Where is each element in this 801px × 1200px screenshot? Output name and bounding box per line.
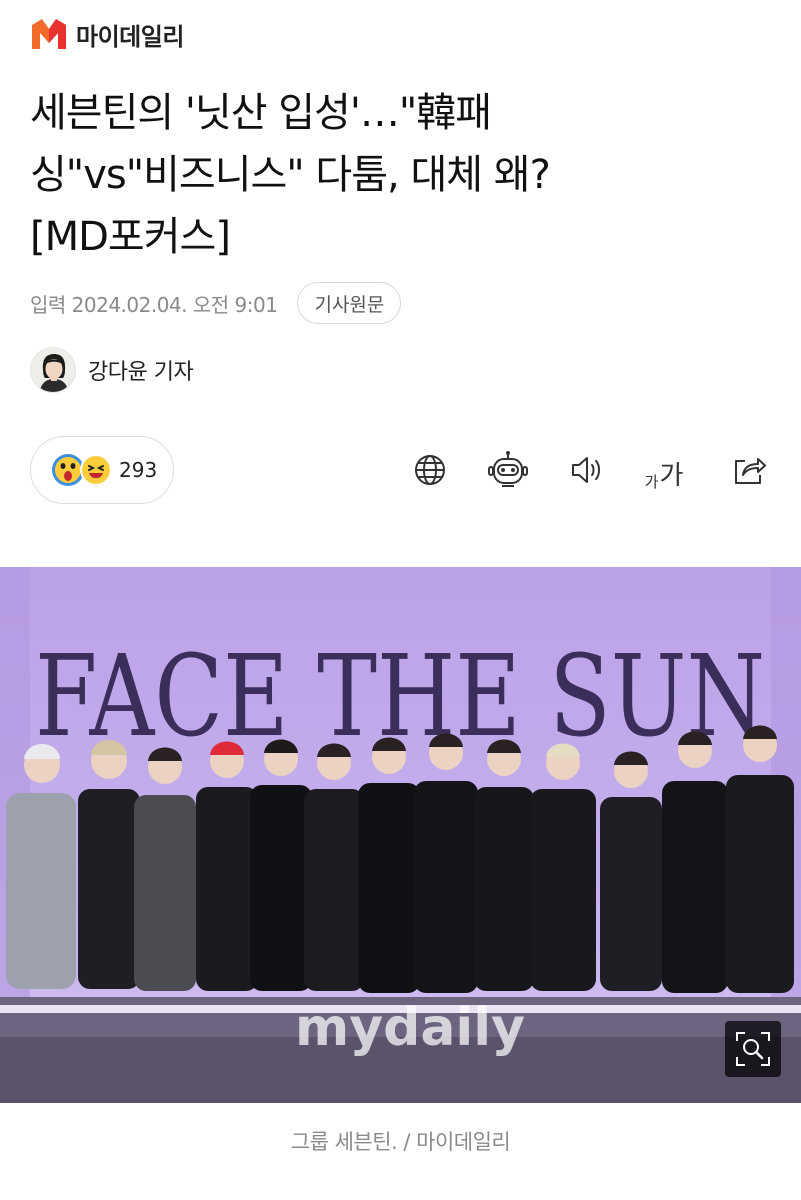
photo-caption: 그룹 세븐틴. / 마이데일리 [290,1130,511,1154]
reporter-photo [31,348,75,392]
speaker-icon [572,457,600,483]
reporter-avatar [30,347,76,393]
headline-line: 싱"vs"비즈니스" 다툼, 대체 왜? [30,152,551,198]
share-button[interactable] [727,448,771,492]
globe-icon [415,455,445,485]
article-toolbar: 가가 [0,448,801,496]
font-size-big-label: 가 [659,461,684,491]
reporter-name: 강다윤 기자 [88,360,194,385]
photo-watermark: mydaily [295,998,525,1058]
font-size-small-label: 가 [644,473,659,491]
robot-summary-icon [488,451,528,487]
brand-name: 마이데일리 [76,22,184,51]
group-photo: FACE THE SUN mydaily [0,567,801,1103]
article-headline: 세븐틴의 '닛산 입성'…"韓패 싱"vs"비즈니스" 다툼, 대체 왜? [M… [30,82,770,268]
translate-button[interactable] [408,448,452,492]
font-size-button[interactable]: 가가 [642,448,686,492]
publish-date: 입력 2024.02.04. 오전 9:01 [30,292,278,317]
headline-line: 세븐틴의 '닛산 입성'…"韓패 [30,90,492,136]
article-photo[interactable]: FACE THE SUN mydaily [0,567,801,1103]
zoom-icon [736,1032,770,1066]
zoom-button[interactable] [725,1021,781,1077]
original-article-button[interactable]: 기사원문 [297,282,402,324]
headline-line: [MD포커스] [30,214,231,260]
article-meta: 입력 2024.02.04. 오전 9:01 기사원문 [30,282,402,324]
mydaily-logo-icon [32,19,66,49]
text-to-speech-button[interactable] [566,448,610,492]
summary-bot-button[interactable] [486,448,530,492]
brand-header[interactable]: 마이데일리 [30,14,184,54]
share-icon [735,458,766,484]
reporter[interactable]: 강다윤 기자 [30,346,194,394]
